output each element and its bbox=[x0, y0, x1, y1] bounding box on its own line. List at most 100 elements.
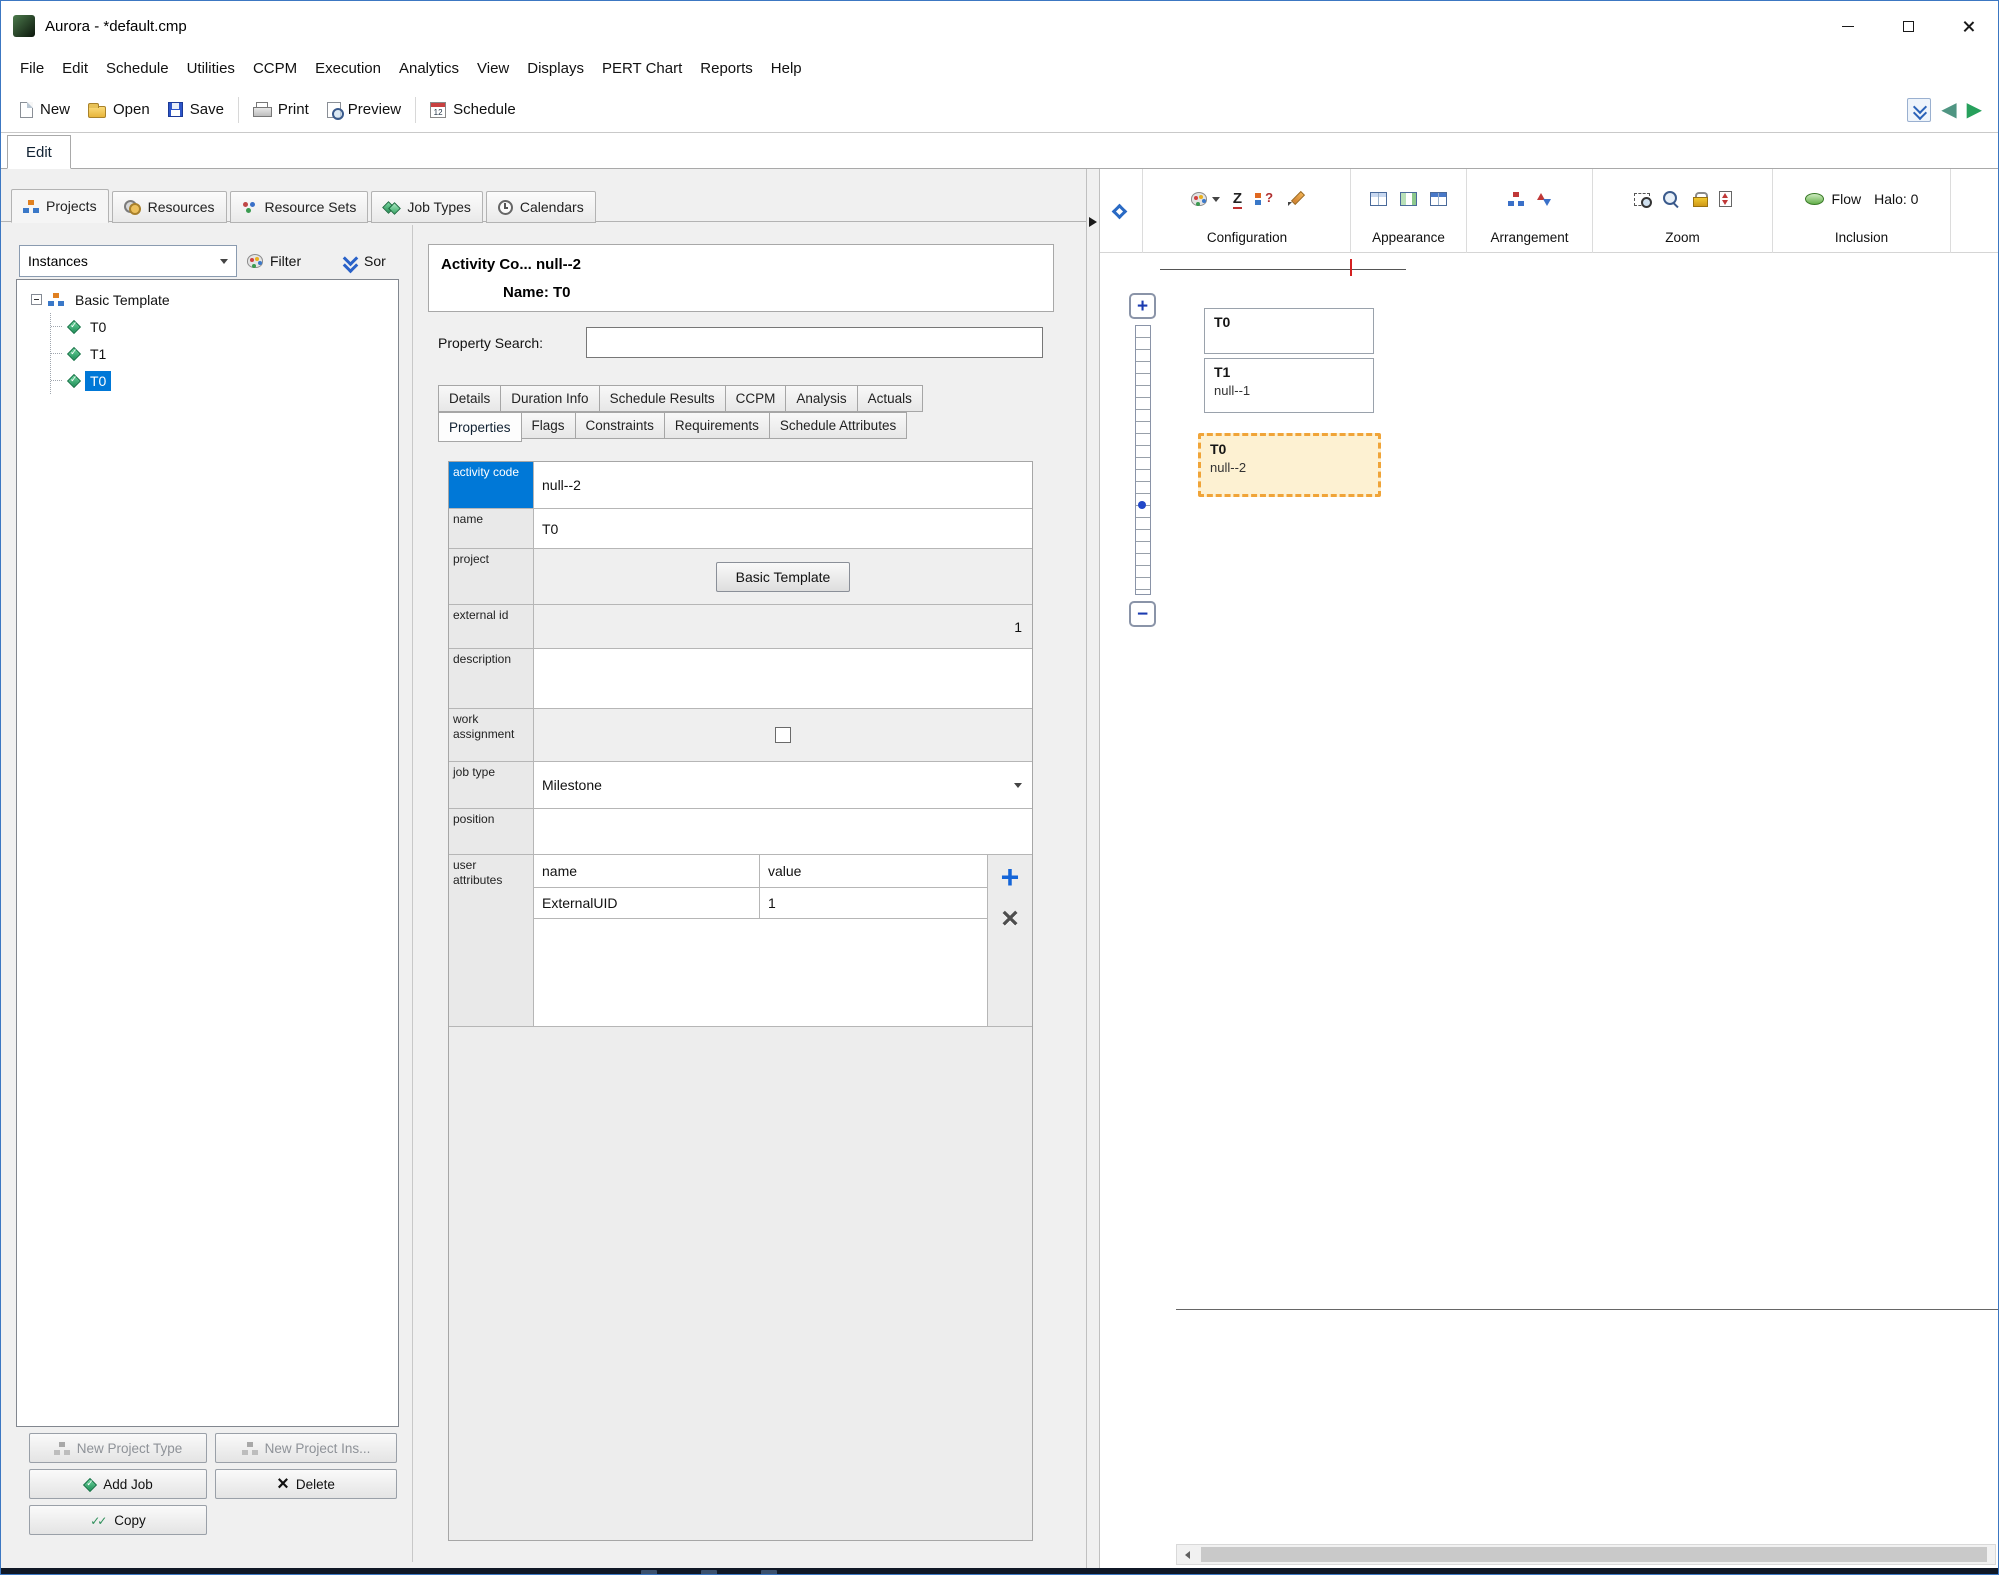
node-query-button[interactable] bbox=[1255, 191, 1274, 207]
zoom-slider-marker[interactable] bbox=[1138, 501, 1146, 509]
field-activity-code[interactable]: null--2 bbox=[534, 462, 1032, 508]
menu-item-ccpm[interactable]: CCPM bbox=[244, 51, 306, 87]
tab-resource-sets[interactable]: Resource Sets bbox=[230, 191, 369, 223]
zoom-in-button[interactable] bbox=[1663, 191, 1680, 208]
menu-item-schedule[interactable]: Schedule bbox=[97, 51, 178, 87]
field-description[interactable] bbox=[534, 649, 1032, 708]
edit-pencil-button[interactable] bbox=[1287, 191, 1303, 207]
add-job-button[interactable]: Add Job bbox=[29, 1469, 207, 1499]
instances-dropdown[interactable]: Instances bbox=[19, 245, 237, 277]
halo-indicator[interactable]: Halo: 0 bbox=[1874, 191, 1918, 207]
tree-item-t1[interactable]: T1 bbox=[51, 340, 398, 367]
job-type-dropdown-button[interactable] bbox=[1004, 762, 1032, 808]
scrollbar-left-button[interactable] bbox=[1177, 1545, 1197, 1564]
new-button[interactable]: New bbox=[11, 92, 79, 128]
zoom-in-slider-button[interactable] bbox=[1129, 293, 1156, 319]
tab-duration-info[interactable]: Duration Info bbox=[500, 385, 599, 412]
tab-analysis[interactable]: Analysis bbox=[785, 385, 857, 412]
menu-item-reports[interactable]: Reports bbox=[691, 51, 762, 87]
pert-node-t1[interactable]: T1 null--1 bbox=[1204, 358, 1374, 413]
ua-header-name[interactable]: name bbox=[534, 855, 760, 887]
arrange-nodes-button[interactable] bbox=[1508, 192, 1524, 207]
fit-page-button[interactable] bbox=[1719, 191, 1732, 207]
row-label-project[interactable]: project bbox=[449, 549, 534, 604]
job-type-select[interactable]: Milestone bbox=[534, 762, 1032, 808]
tab-schedule-results[interactable]: Schedule Results bbox=[599, 385, 726, 412]
scroll-toolbar-right-button[interactable] bbox=[1100, 169, 1138, 253]
row-label-name[interactable]: name bbox=[449, 509, 534, 548]
menu-item-pert-chart[interactable]: PERT Chart bbox=[593, 51, 691, 87]
back-arrow-button[interactable]: ◀ bbox=[1941, 100, 1956, 120]
font-button[interactable] bbox=[1233, 190, 1242, 208]
row-label-position[interactable]: position bbox=[449, 809, 534, 854]
row-label-activity-code[interactable]: activity code bbox=[449, 462, 534, 508]
row-label-work-assignment[interactable]: work assignment bbox=[449, 709, 534, 761]
copy-button[interactable]: Copy bbox=[29, 1505, 207, 1535]
new-project-type-button[interactable]: New Project Type bbox=[29, 1433, 207, 1463]
maximize-button[interactable] bbox=[1878, 1, 1938, 51]
tab-requirements[interactable]: Requirements bbox=[664, 412, 770, 439]
pert-canvas[interactable]: T0 T1 null--1 T0 null--2 bbox=[1100, 253, 1998, 1568]
palette-dropdown-icon[interactable] bbox=[1212, 197, 1220, 202]
pert-node-t0[interactable]: T0 bbox=[1204, 308, 1374, 354]
zoom-out-slider-button[interactable] bbox=[1129, 601, 1156, 627]
ua-cell-name[interactable]: ExternalUID bbox=[534, 888, 760, 918]
layout-style-button[interactable] bbox=[1430, 192, 1447, 206]
tab-constraints[interactable]: Constraints bbox=[575, 412, 665, 439]
minimize-button[interactable] bbox=[1818, 1, 1878, 51]
pert-node-t0-selected[interactable]: T0 null--2 bbox=[1198, 433, 1381, 497]
close-button[interactable] bbox=[1938, 1, 1998, 51]
menu-item-utilities[interactable]: Utilities bbox=[178, 51, 244, 87]
tab-properties[interactable]: Properties bbox=[438, 412, 522, 442]
flow-toggle[interactable]: Flow bbox=[1805, 191, 1862, 207]
field-position[interactable] bbox=[534, 809, 1032, 854]
field-name[interactable]: T0 bbox=[534, 509, 1032, 548]
user-attributes-data-row[interactable]: ExternalUID 1 bbox=[534, 888, 987, 919]
tree-item-t0-selected[interactable]: T0 bbox=[51, 367, 398, 394]
menu-item-file[interactable]: File bbox=[11, 51, 53, 87]
row-label-external-id[interactable]: external id bbox=[449, 605, 534, 648]
tree-root-basic-template[interactable]: Basic Template bbox=[17, 286, 398, 313]
schedule-button[interactable]: Schedule bbox=[421, 92, 525, 128]
sort-button[interactable]: Sor bbox=[343, 246, 386, 276]
tab-projects[interactable]: Projects bbox=[11, 189, 109, 223]
collapse-toolbar-button[interactable] bbox=[1907, 98, 1931, 122]
open-button[interactable]: Open bbox=[79, 92, 159, 128]
delete-button[interactable]: Delete bbox=[215, 1469, 397, 1499]
pane-divider[interactable] bbox=[412, 225, 413, 1562]
new-project-instance-button[interactable]: New Project Ins... bbox=[215, 1433, 397, 1463]
row-label-user-attributes[interactable]: user attributes bbox=[449, 855, 534, 1026]
forward-arrow-button[interactable]: ▶ bbox=[1967, 100, 1982, 120]
panel-splitter[interactable] bbox=[1086, 169, 1100, 1568]
tab-edit[interactable]: Edit bbox=[7, 135, 71, 169]
project-template-button[interactable]: Basic Template bbox=[716, 562, 851, 592]
lock-zoom-button[interactable] bbox=[1693, 192, 1706, 207]
filter-button[interactable]: Filter bbox=[247, 246, 301, 276]
preview-button[interactable]: Preview bbox=[318, 92, 410, 128]
menu-item-displays[interactable]: Displays bbox=[518, 51, 593, 87]
tree-collapse-toggle[interactable] bbox=[31, 294, 42, 305]
scrollbar-thumb[interactable] bbox=[1201, 1547, 1987, 1562]
tab-resources[interactable]: Resources bbox=[112, 191, 227, 223]
tree-item-t0[interactable]: T0 bbox=[51, 313, 398, 340]
work-assignment-checkbox[interactable] bbox=[775, 727, 791, 743]
sort-direction-button[interactable] bbox=[1537, 191, 1551, 208]
add-attribute-button[interactable] bbox=[1001, 855, 1020, 899]
tab-ccpm[interactable]: CCPM bbox=[725, 385, 787, 412]
column-style-button[interactable] bbox=[1400, 192, 1417, 206]
row-label-job-type[interactable]: job type bbox=[449, 762, 534, 808]
menu-item-edit[interactable]: Edit bbox=[53, 51, 97, 87]
tab-calendars[interactable]: Calendars bbox=[486, 191, 596, 223]
tab-schedule-attributes[interactable]: Schedule Attributes bbox=[769, 412, 907, 439]
display-palette-button[interactable] bbox=[1191, 192, 1207, 206]
menu-item-execution[interactable]: Execution bbox=[306, 51, 390, 87]
collapse-right-icon[interactable] bbox=[1089, 217, 1097, 227]
print-button[interactable]: Print bbox=[244, 92, 318, 128]
menu-item-analytics[interactable]: Analytics bbox=[390, 51, 468, 87]
field-external-id[interactable]: 1 bbox=[534, 605, 1032, 648]
ua-cell-value[interactable]: 1 bbox=[760, 888, 987, 918]
menu-item-help[interactable]: Help bbox=[762, 51, 811, 87]
tab-flags[interactable]: Flags bbox=[521, 412, 576, 439]
horizontal-scrollbar[interactable] bbox=[1176, 1544, 1996, 1565]
tab-details[interactable]: Details bbox=[438, 385, 501, 412]
